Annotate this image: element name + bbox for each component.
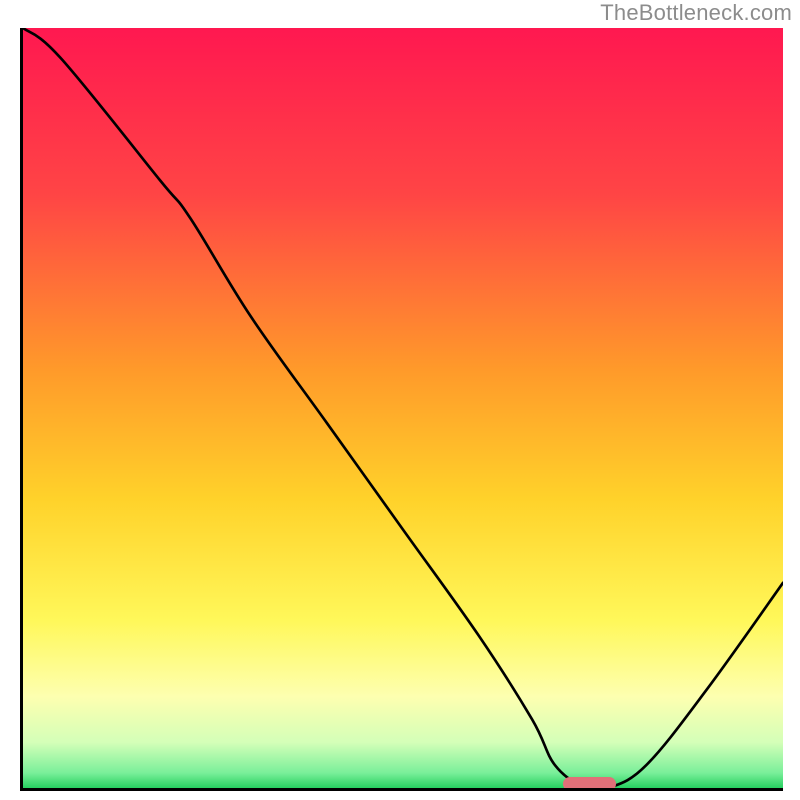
watermark-text: TheBottleneck.com [600,0,792,26]
chart-plot-area [20,28,783,791]
optimal-marker [563,777,616,791]
chart-curve [23,28,783,788]
chart-container: TheBottleneck.com [0,0,800,800]
